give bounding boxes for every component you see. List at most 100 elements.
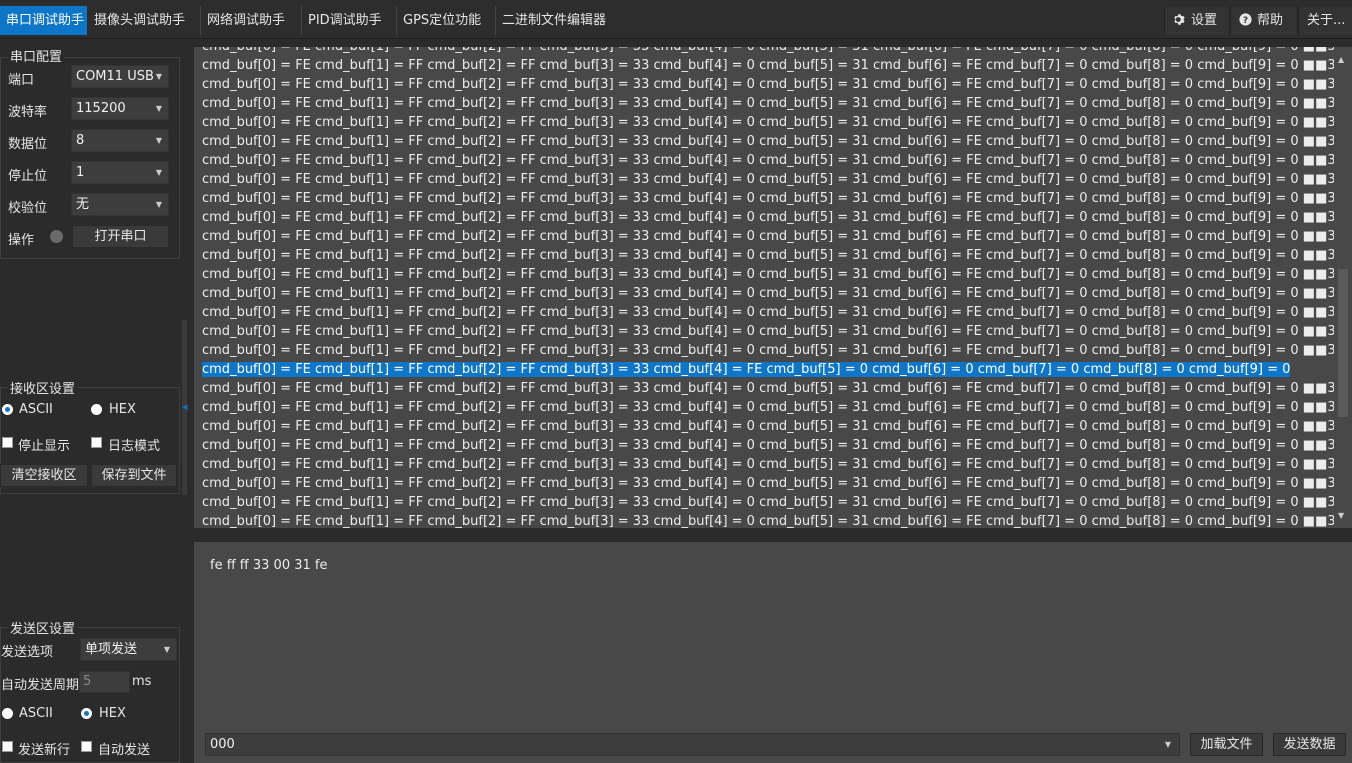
clear-receive-button[interactable]: 清空接收区 xyxy=(0,464,88,487)
receive-line: cmd_buf[0] = FE cmd_buf[1] = FF cmd_buf[… xyxy=(202,495,1344,510)
settings-button[interactable]: 设置 xyxy=(1164,7,1228,35)
scroll-down-icon[interactable]: ▼ xyxy=(1338,511,1344,520)
send-settings-title: 发送区设置 xyxy=(8,618,78,637)
serial-config-title: 串口配置 xyxy=(8,46,65,65)
auto-period-input[interactable]: 5 xyxy=(79,671,130,693)
tab-serial-assistant[interactable]: 串口调试助手 xyxy=(0,6,87,35)
receive-line: cmd_buf[0] = FE cmd_buf[1] = FF cmd_buf[… xyxy=(202,267,1344,282)
receive-line: cmd_buf[0] = FE cmd_buf[1] = FF cmd_buf[… xyxy=(202,248,1344,263)
baud-value: 115200 xyxy=(76,101,126,116)
parity-value: 无 xyxy=(76,197,90,212)
receive-line: cmd_buf[0] = FE cmd_buf[1] = FF cmd_buf[… xyxy=(202,343,1344,358)
stop-display-label: 停止显示 xyxy=(18,439,71,454)
tab-pid-assistant[interactable]: PID调试助手 xyxy=(301,6,392,35)
receive-line: cmd_buf[0] = FE cmd_buf[1] = FF cmd_buf[… xyxy=(202,96,1344,111)
databits-value: 8 xyxy=(76,133,85,148)
tab-gps[interactable]: GPS定位功能 xyxy=(396,6,491,35)
receive-line: cmd_buf[0] = FE cmd_buf[1] = FF cmd_buf[… xyxy=(202,476,1344,491)
period-unit-label: ms xyxy=(132,674,152,689)
help-button[interactable]: ? 帮助 xyxy=(1230,7,1296,35)
operation-label: 操作 xyxy=(8,233,35,248)
databits-label: 数据位 xyxy=(8,137,48,152)
receive-ascii-label: ASCII xyxy=(19,402,53,417)
auto-send-label: 自动发送 xyxy=(98,743,151,758)
auto-send-checkbox[interactable] xyxy=(81,741,92,752)
tab-binary-editor[interactable]: 二进制文件编辑器 xyxy=(495,6,615,35)
gear-icon xyxy=(1174,14,1185,25)
send-history-value: 000 xyxy=(210,737,235,752)
port-value: COM11 USB xyxy=(76,69,154,84)
receive-line: cmd_buf[0] = FE cmd_buf[1] = FF cmd_buf[… xyxy=(202,360,1332,379)
question-icon: ? xyxy=(1239,13,1252,26)
send-hex-radio[interactable] xyxy=(81,708,92,719)
receive-text: cmd_buf[0] = FE cmd_buf[1] = FF cmd_buf[… xyxy=(202,47,1344,528)
settings-label: 设置 xyxy=(1191,13,1218,28)
send-area[interactable]: fe ff ff 33 00 31 fe xyxy=(194,542,1352,763)
tab-bar: 串口调试助手 摄像头调试助手 网络调试助手 PID调试助手 GPS定位功能 二进… xyxy=(0,0,1352,39)
stopbits-value: 1 xyxy=(76,165,85,180)
parity-label: 校验位 xyxy=(8,201,48,216)
receive-line: cmd_buf[0] = FE cmd_buf[1] = FF cmd_buf[… xyxy=(202,457,1344,472)
send-ascii-radio[interactable] xyxy=(2,708,13,719)
svg-text:?: ? xyxy=(1243,16,1248,26)
receive-hex-label: HEX xyxy=(109,402,136,417)
receive-area[interactable]: cmd_buf[0] = FE cmd_buf[1] = FF cmd_buf[… xyxy=(194,47,1352,528)
send-history-select[interactable]: 000 ▼ xyxy=(205,733,1180,756)
selected-line-text: cmd_buf[0] = FE cmd_buf[1] = FF cmd_buf[… xyxy=(202,362,1291,377)
receive-line: cmd_buf[0] = FE cmd_buf[1] = FF cmd_buf[… xyxy=(202,115,1344,130)
load-file-button[interactable]: 加载文件 xyxy=(1190,733,1263,756)
send-text: fe ff ff 33 00 31 fe xyxy=(210,558,328,573)
tab-camera-assistant[interactable]: 摄像头调试助手 xyxy=(88,6,196,35)
about-button[interactable]: 关于... xyxy=(1298,7,1352,35)
receive-line: cmd_buf[0] = FE cmd_buf[1] = FF cmd_buf[… xyxy=(202,400,1344,415)
receive-line: cmd_buf[0] = FE cmd_buf[1] = FF cmd_buf[… xyxy=(202,58,1344,73)
receive-line: cmd_buf[0] = FE cmd_buf[1] = FF cmd_buf[… xyxy=(202,47,1344,56)
collapse-arrow-icon[interactable]: ◀ xyxy=(182,403,187,411)
log-mode-label: 日志模式 xyxy=(108,439,161,454)
chevron-down-icon: ▼ xyxy=(1164,740,1171,749)
receive-line: cmd_buf[0] = FE cmd_buf[1] = FF cmd_buf[… xyxy=(202,514,1344,528)
save-to-file-button[interactable]: 保存到文件 xyxy=(91,464,177,487)
receive-line: cmd_buf[0] = FE cmd_buf[1] = FF cmd_buf[… xyxy=(202,210,1344,225)
send-newline-checkbox[interactable] xyxy=(2,741,13,752)
receive-line: cmd_buf[0] = FE cmd_buf[1] = FF cmd_buf[… xyxy=(202,134,1344,149)
send-option-value: 单项发送 xyxy=(85,642,138,657)
baud-select[interactable]: 115200 ▼ xyxy=(71,97,169,120)
receive-line: cmd_buf[0] = FE cmd_buf[1] = FF cmd_buf[… xyxy=(202,438,1344,453)
log-mode-checkbox[interactable] xyxy=(91,437,102,448)
send-data-button[interactable]: 发送数据 xyxy=(1273,733,1346,756)
tab-network-assistant[interactable]: 网络调试助手 xyxy=(200,6,297,35)
scrollbar-thumb[interactable] xyxy=(1338,269,1348,417)
port-label: 端口 xyxy=(8,73,35,88)
receive-line: cmd_buf[0] = FE cmd_buf[1] = FF cmd_buf[… xyxy=(202,172,1344,187)
chevron-down-icon: ▼ xyxy=(163,645,170,654)
receive-ascii-radio[interactable] xyxy=(2,404,13,415)
help-label: 帮助 xyxy=(1257,13,1284,28)
port-status-led xyxy=(50,230,63,243)
chevron-down-icon: ▼ xyxy=(155,104,162,113)
chevron-down-icon: ▼ xyxy=(155,72,162,81)
open-port-button[interactable]: 打开串口 xyxy=(72,225,169,248)
chevron-down-icon: ▼ xyxy=(155,200,162,209)
stopbits-select[interactable]: 1 ▼ xyxy=(71,161,169,184)
receive-line: cmd_buf[0] = FE cmd_buf[1] = FF cmd_buf[… xyxy=(202,324,1344,339)
chevron-down-icon: ▼ xyxy=(155,168,162,177)
receive-scrollbar[interactable]: ▲ ▼ xyxy=(1334,47,1352,528)
auto-period-label: 自动发送周期 xyxy=(1,678,80,693)
baud-label: 波特率 xyxy=(8,105,48,120)
stop-display-checkbox[interactable] xyxy=(2,437,13,448)
receive-line: cmd_buf[0] = FE cmd_buf[1] = FF cmd_buf[… xyxy=(202,191,1344,206)
receive-line: cmd_buf[0] = FE cmd_buf[1] = FF cmd_buf[… xyxy=(202,229,1344,244)
receive-line: cmd_buf[0] = FE cmd_buf[1] = FF cmd_buf[… xyxy=(202,153,1344,168)
receive-line: cmd_buf[0] = FE cmd_buf[1] = FF cmd_buf[… xyxy=(202,419,1344,434)
port-select[interactable]: COM11 USB ▼ xyxy=(71,65,169,88)
chevron-down-icon: ▼ xyxy=(155,136,162,145)
send-ascii-label: ASCII xyxy=(19,706,53,721)
receive-line: cmd_buf[0] = FE cmd_buf[1] = FF cmd_buf[… xyxy=(202,305,1344,320)
databits-select[interactable]: 8 ▼ xyxy=(71,129,169,152)
send-option-select[interactable]: 单项发送 ▼ xyxy=(80,638,177,661)
parity-select[interactable]: 无 ▼ xyxy=(71,193,169,216)
receive-hex-radio[interactable] xyxy=(91,404,102,415)
scroll-up-icon[interactable]: ▲ xyxy=(1338,55,1344,64)
stopbits-label: 停止位 xyxy=(8,169,48,184)
